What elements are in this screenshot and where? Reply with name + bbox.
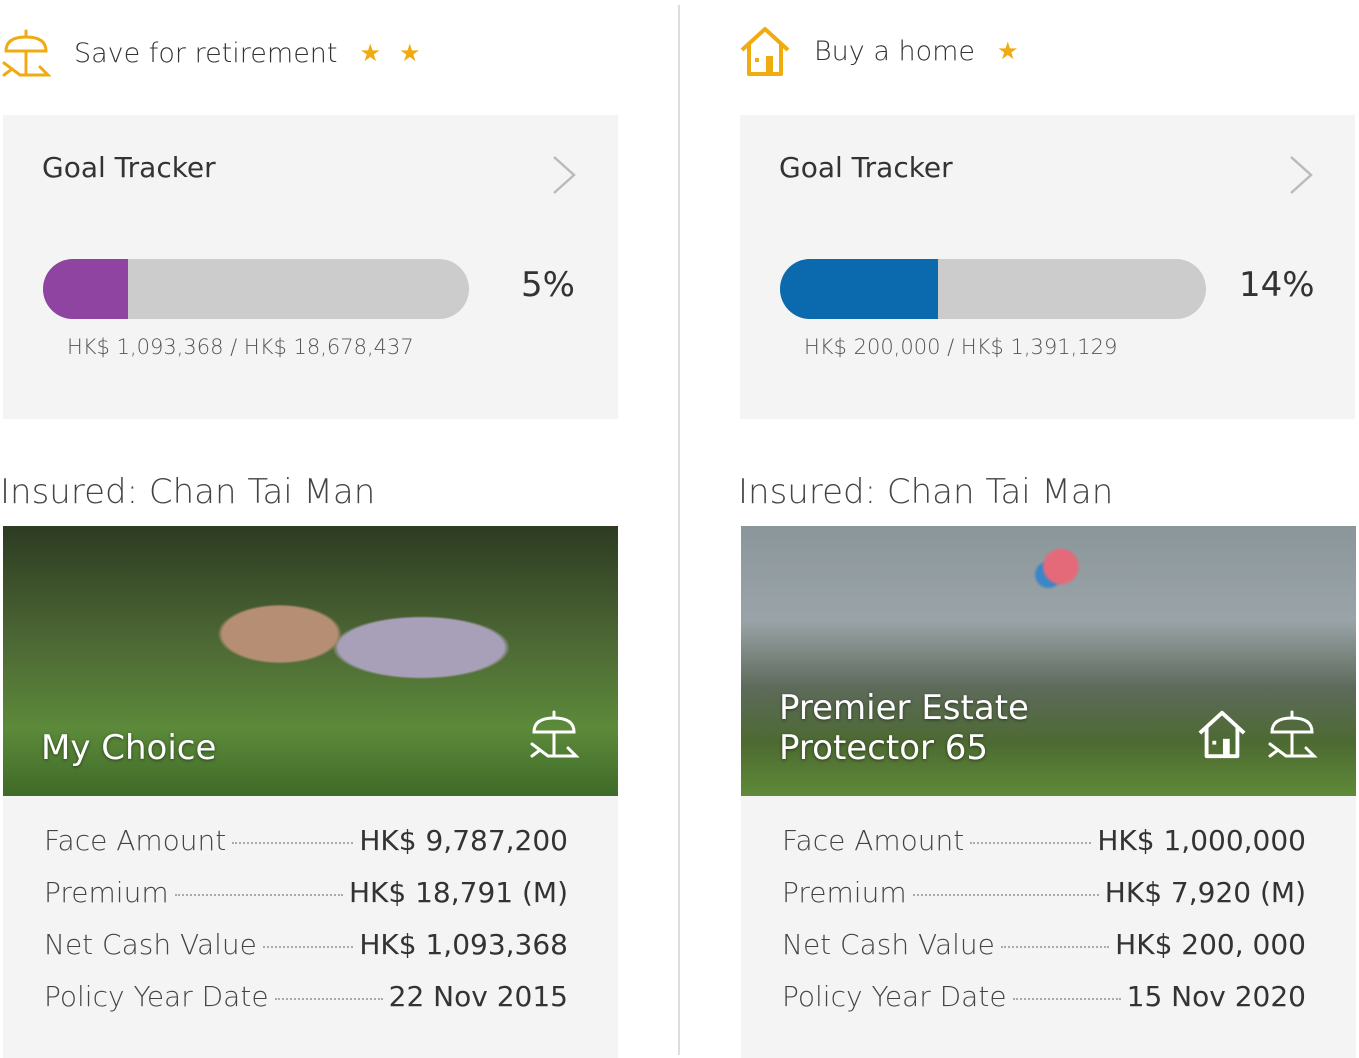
goal-header: Save for retirement ★ ★ — [0, 18, 421, 88]
detail-row: Net Cash Value HK$ 1,093,368 — [44, 928, 568, 980]
detail-row: Policy Year Date 15 Nov 2020 — [782, 980, 1306, 1032]
goal-card-home: Buy a home ★ Goal Tracker 14% HK$ 200,00… — [738, 0, 1358, 1058]
detail-row: Policy Year Date 22 Nov 2015 — [44, 980, 568, 1032]
detail-value: HK$ 9,787,200 — [359, 824, 568, 857]
detail-row: Face Amount HK$ 9,787,200 — [44, 824, 568, 876]
column-divider — [678, 5, 680, 1055]
detail-label: Face Amount — [782, 824, 965, 857]
progress-percent: 14% — [1239, 265, 1315, 305]
detail-value: HK$ 1,093,368 — [359, 928, 568, 961]
star-icon: ★ — [359, 39, 382, 67]
goal-card-retirement: Save for retirement ★ ★ Goal Tracker 5% H… — [0, 0, 620, 1058]
detail-value: 22 Nov 2015 — [388, 980, 568, 1013]
policy-details: Face Amount HK$ 9,787,200 Premium HK$ 18,7… — [3, 796, 618, 1058]
chevron-right-icon[interactable] — [548, 153, 578, 197]
goal-header: Buy a home ★ — [738, 16, 1019, 86]
detail-value: HK$ 1,000,000 — [1097, 824, 1306, 857]
progress-bar — [43, 259, 469, 319]
house-icon — [1198, 710, 1246, 759]
star-icon: ★ — [399, 39, 421, 67]
detail-label: Net Cash Value — [782, 928, 995, 961]
insured-name: Insured: Chan Tai Man — [0, 472, 376, 512]
progress-amounts: HK$ 1,093,368 / HK$ 18,678,437 — [67, 335, 414, 359]
progress-fill — [780, 259, 938, 319]
goal-tracker-card[interactable]: Goal Tracker 5% HK$ 1,093,368 / HK$ 18,6… — [3, 115, 618, 419]
beach-umbrella-icon — [1268, 710, 1318, 758]
detail-label: Policy Year Date — [782, 980, 1007, 1013]
goal-title: Save for retirement — [74, 37, 338, 69]
beach-umbrella-icon — [530, 710, 580, 758]
detail-value: HK$ 200, 000 — [1115, 928, 1306, 961]
detail-label: Policy Year Date — [44, 980, 269, 1013]
policy-photo[interactable]: My Choice — [3, 526, 618, 796]
detail-row: Premium HK$ 7,920 (M) — [782, 876, 1306, 928]
plan-name: My Choice — [41, 728, 217, 768]
detail-label: Premium — [44, 876, 169, 909]
house-icon — [740, 27, 790, 76]
detail-row: Premium HK$ 18,791 (M) — [44, 876, 568, 928]
goal-tracker-card[interactable]: Goal Tracker 14% HK$ 200,000 / HK$ 1,391… — [740, 115, 1355, 419]
goal-tracker-title: Goal Tracker — [779, 151, 953, 184]
detail-label: Premium — [782, 876, 907, 909]
detail-value: 15 Nov 2020 — [1126, 980, 1306, 1013]
star-icon: ★ — [997, 37, 1019, 65]
detail-row: Face Amount HK$ 1,000,000 — [782, 824, 1306, 876]
progress-amounts: HK$ 200,000 / HK$ 1,391,129 — [804, 335, 1118, 359]
policy-photo[interactable]: Premier Estate Protector 65 — [741, 526, 1356, 796]
beach-umbrella-icon — [2, 29, 52, 77]
progress-percent: 5% — [521, 265, 575, 305]
progress-fill — [43, 259, 129, 319]
policy-details: Face Amount HK$ 1,000,000 Premium HK$ 7,92… — [741, 796, 1356, 1058]
detail-row: Net Cash Value HK$ 200, 000 — [782, 928, 1306, 980]
goal-title: Buy a home — [814, 35, 976, 67]
plan-name: Premier Estate Protector 65 — [779, 688, 1029, 768]
progress-bar — [780, 259, 1206, 319]
goal-tracker-title: Goal Tracker — [42, 151, 216, 184]
detail-label: Net Cash Value — [44, 928, 257, 961]
insured-name: Insured: Chan Tai Man — [738, 472, 1114, 512]
detail-value: HK$ 18,791 (M) — [348, 876, 568, 909]
chevron-right-icon[interactable] — [1285, 153, 1315, 197]
detail-value: HK$ 7,920 (M) — [1104, 876, 1306, 909]
detail-label: Face Amount — [44, 824, 227, 857]
